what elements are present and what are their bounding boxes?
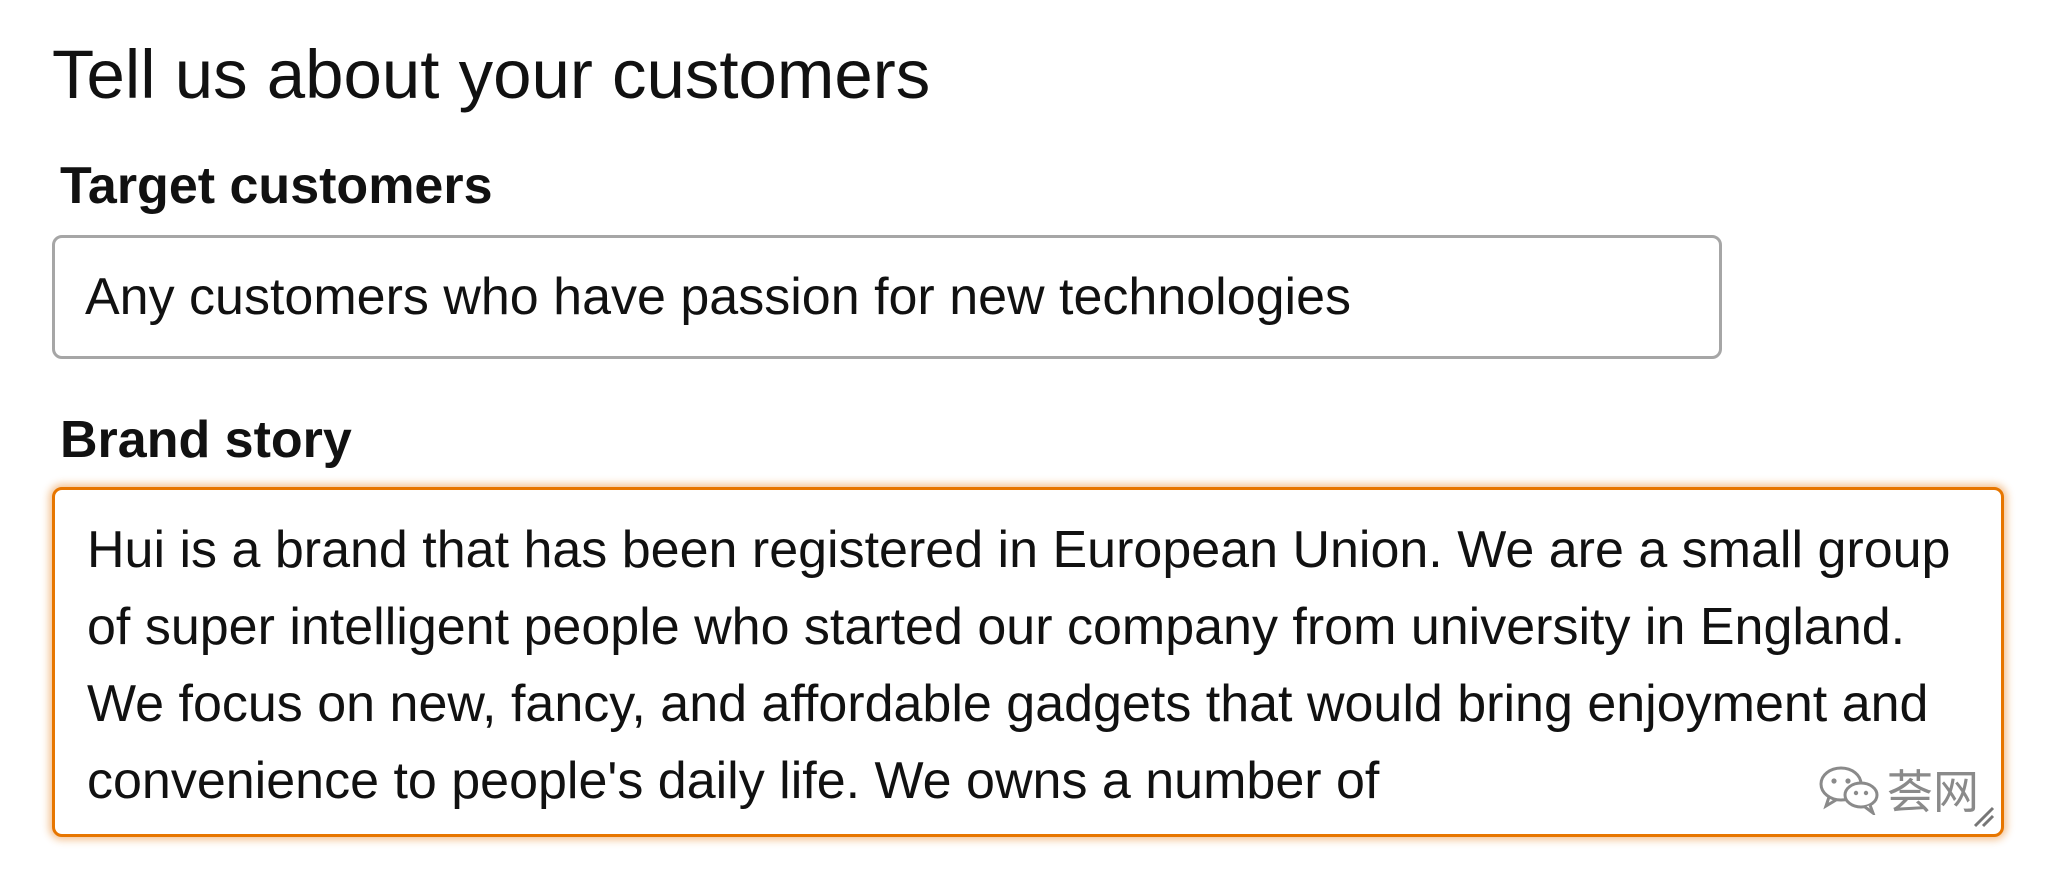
brand-story-value: Hui is a brand that has been registered … xyxy=(87,521,1951,810)
wechat-icon xyxy=(1819,766,1879,815)
target-customers-label: Target customers xyxy=(60,157,493,215)
customer-info-form: Tell us about your customers Target cust… xyxy=(0,0,2054,882)
watermark: 荟网 xyxy=(1813,756,1983,822)
resize-handle-icon[interactable] xyxy=(1967,800,1995,828)
brand-story-label: Brand story xyxy=(60,411,352,469)
page-heading: Tell us about your customers xyxy=(52,36,931,113)
watermark-text: 荟网 xyxy=(1887,766,1979,818)
brand-story-textarea[interactable]: Hui is a brand that has been registered … xyxy=(52,487,2004,837)
target-customers-value: Any customers who have passion for new t… xyxy=(85,268,1352,326)
target-customers-input[interactable]: Any customers who have passion for new t… xyxy=(52,235,1722,359)
